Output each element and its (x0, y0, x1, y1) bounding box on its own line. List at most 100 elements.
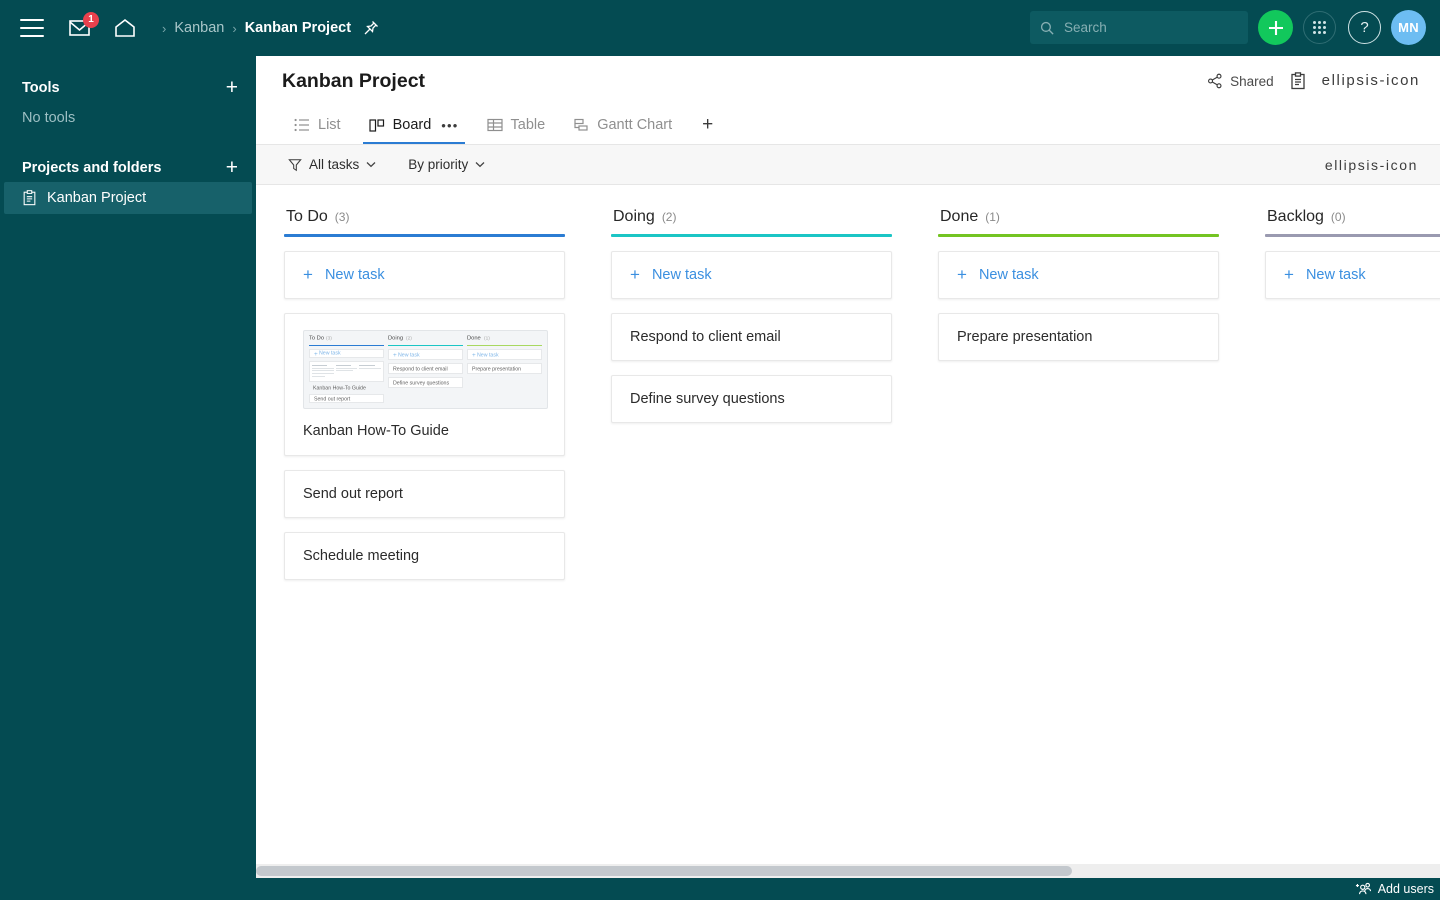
thumb-task-image (309, 360, 384, 383)
add-tool-button[interactable]: + (226, 77, 238, 98)
sidebar-tools-label: Tools (22, 80, 60, 96)
board-column-backlog: Backlog (0) + New task (1265, 208, 1440, 580)
tab-board-label: Board (392, 117, 432, 133)
search-input[interactable] (1064, 20, 1234, 35)
task-card[interactable]: Send out report (284, 470, 565, 518)
clipboard-icon[interactable] (1290, 72, 1306, 90)
column-count: (2) (661, 210, 677, 224)
add-project-button[interactable]: + (226, 157, 238, 178)
task-card[interactable]: Prepare presentation (938, 313, 1219, 361)
thumb-column-header: Doing (2) (388, 335, 463, 341)
add-users-label: Add users (1377, 882, 1434, 896)
thumb-column-rule (388, 345, 463, 347)
search-box[interactable] (1030, 11, 1248, 44)
tab-table[interactable]: Table (473, 106, 560, 144)
group-by-label: By priority (408, 157, 469, 172)
task-card[interactable]: Define survey questions (611, 375, 892, 423)
avatar[interactable]: MN (1391, 10, 1426, 45)
pin-icon[interactable] (363, 20, 379, 36)
plus-icon: + (957, 265, 967, 284)
create-button[interactable] (1258, 10, 1293, 45)
hamburger-menu-icon[interactable] (20, 19, 44, 37)
column-color-rule (1265, 234, 1440, 237)
thumbnail-preview-board: To Do (3) + New task Kanban How-To Guide… (303, 330, 548, 409)
new-task-button[interactable]: + New task (1265, 251, 1440, 299)
thumb-mini-col (312, 364, 334, 379)
thumb-task-card: Prepare presentation (467, 363, 542, 375)
filter-all-tasks[interactable]: All tasks (278, 152, 386, 178)
breadcrumb-separator-1: › (162, 20, 167, 36)
new-task-button[interactable]: + New task (938, 251, 1219, 299)
chevron-down-icon (366, 162, 376, 168)
search-icon (1040, 21, 1054, 35)
thumb-task-title: Kanban How-To Guide (313, 384, 366, 392)
thumb-mini-col (359, 364, 382, 379)
list-icon (294, 118, 310, 132)
thumb-task-card: Kanban How-To Guide (309, 385, 384, 391)
board-column-doing: Doing (2) + New task Respond to client e… (611, 208, 892, 580)
horizontal-scrollbar-track[interactable] (256, 864, 1440, 878)
plus-icon: + (630, 265, 640, 284)
thumb-task-title: Respond to client email (393, 365, 448, 372)
add-view-button[interactable]: + (686, 114, 729, 136)
tab-list[interactable]: List (280, 106, 355, 144)
sidebar-section-projects: Projects and folders + (0, 154, 256, 182)
thumb-column-count: (3) (326, 334, 333, 342)
thumb-task-card: Respond to client email (388, 363, 463, 375)
add-users-icon (1355, 882, 1371, 895)
task-card[interactable]: Respond to client email (611, 313, 892, 361)
thumb-column-rule (309, 345, 384, 346)
mail-badge-count: 1 (83, 12, 99, 28)
horizontal-scrollbar-thumb[interactable] (256, 866, 1072, 876)
task-card[interactable]: To Do (3) + New task Kanban How-To Guide… (284, 313, 565, 456)
more-options-button[interactable]: ellipsis-icon (1322, 73, 1420, 88)
breadcrumb-kanban[interactable]: Kanban (174, 20, 224, 36)
tab-gantt-chart[interactable]: Gantt Chart (559, 106, 686, 144)
tab-gantt-label: Gantt Chart (597, 117, 673, 133)
sidebar-section-tools: Tools + (0, 74, 256, 102)
column-header: Backlog (0) (1265, 208, 1440, 226)
column-count: (3) (334, 210, 350, 224)
add-users-button[interactable]: Add users (1345, 878, 1440, 900)
task-card[interactable]: Schedule meeting (284, 532, 565, 580)
help-button[interactable]: ? (1348, 11, 1381, 44)
filter-more-options[interactable]: ellipsis-icon (1325, 157, 1418, 173)
plus-icon: + (314, 349, 318, 358)
funnel-icon (288, 158, 302, 171)
sidebar-item-label: Kanban Project (47, 190, 147, 206)
filter-group-by-priority[interactable]: By priority (398, 152, 495, 178)
top-header-bar: 1 › Kanban › Kanban Project ? MN (0, 0, 1440, 56)
home-icon[interactable] (108, 11, 142, 45)
board-icon (368, 118, 385, 133)
new-task-button[interactable]: + New task (611, 251, 892, 299)
column-title: To Do (286, 208, 328, 225)
thumb-column-header: To Do (3) (309, 334, 384, 342)
column-title: Done (940, 208, 979, 225)
clipboard-icon (22, 190, 37, 206)
kanban-board: To Do (3) + New task To Do (3) + New tas… (256, 186, 1440, 861)
column-header: Doing (2) (611, 208, 892, 226)
shared-button[interactable]: Shared (1207, 73, 1274, 89)
thumb-new-task: + New task (309, 348, 384, 358)
new-task-label: New task (651, 267, 712, 283)
tab-board[interactable]: Board ••• (355, 106, 473, 144)
sidebar-item-kanban-project[interactable]: Kanban Project (4, 182, 252, 214)
main-content-panel: Kanban Project Shared ellipsis-icon List… (256, 56, 1440, 880)
new-task-label: New task (1305, 267, 1366, 283)
thumb-column-doing: Doing (2) + New task Respond to client e… (388, 335, 463, 403)
thumb-task-title: Prepare presentation (472, 365, 522, 372)
tab-table-label: Table (510, 117, 546, 133)
new-task-button[interactable]: + New task (284, 251, 565, 299)
filter-all-tasks-label: All tasks (309, 157, 360, 172)
apps-grid-button[interactable] (1303, 11, 1336, 44)
tab-board-more-icon[interactable]: ••• (441, 118, 458, 133)
task-card-title: Send out report (303, 486, 403, 502)
tab-list-label: List (318, 117, 341, 133)
title-actions: Shared ellipsis-icon (1207, 72, 1420, 90)
sidebar-projects-label: Projects and folders (22, 160, 162, 176)
thumb-task-title: Send out report (314, 395, 351, 402)
mail-icon[interactable]: 1 (64, 11, 99, 45)
breadcrumb-current[interactable]: Kanban Project (245, 20, 351, 36)
breadcrumb: › Kanban › Kanban Project (154, 20, 379, 36)
page-title: Kanban Project (282, 70, 426, 92)
